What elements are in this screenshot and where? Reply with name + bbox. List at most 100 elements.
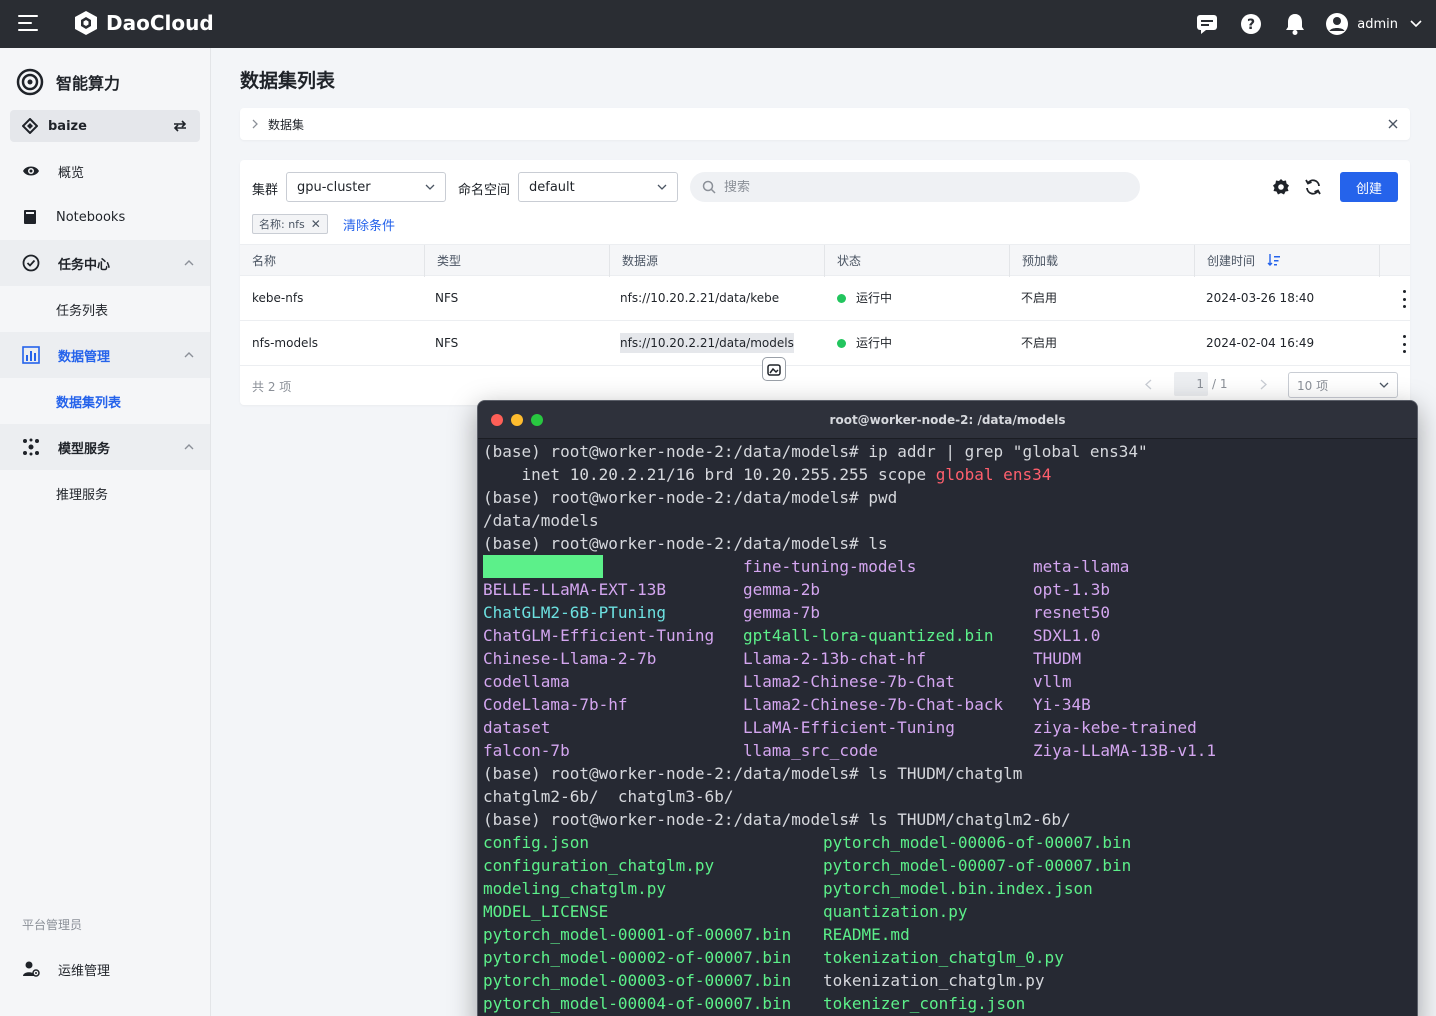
search-icon xyxy=(702,180,716,194)
close-icon[interactable]: ✕ xyxy=(311,217,321,231)
menu-icon[interactable] xyxy=(18,15,38,31)
terminal-line: /data/models xyxy=(483,511,599,530)
bell-icon[interactable] xyxy=(1273,0,1317,48)
sidebar-item-label: 模型服务 xyxy=(58,441,111,457)
chevron-right-icon[interactable] xyxy=(252,119,258,129)
help-icon[interactable]: ? xyxy=(1229,0,1273,48)
terminal-line: ChatGLM-Efficient-Tuning gpt4all-lora-qua… xyxy=(483,624,1148,647)
search-input[interactable] xyxy=(724,179,1124,195)
namespace-label: 命名空间 xyxy=(458,183,511,198)
sidebar: 智能算力 baize 概览 Notebooks 任务中心 任务列表 数据管理 数… xyxy=(0,48,211,1016)
ls-entry: opt-1.3b xyxy=(1033,580,1111,599)
switch-icon[interactable] xyxy=(172,119,188,133)
sidebar-group-data-management[interactable]: 数据管理 xyxy=(0,332,210,378)
close-window-button[interactable] xyxy=(491,414,503,426)
terminal-line: BELLE-LLaMA-EXT-13B gemma-2b opt-1.3b xyxy=(483,578,1148,601)
column-header-created[interactable]: 创建时间 xyxy=(1195,245,1380,277)
terminal-line: (base) root@worker-node-2:/data/models# … xyxy=(483,442,1148,461)
brand-logo[interactable]: DaoCloud xyxy=(72,9,214,37)
sidebar-group-task-center[interactable]: 任务中心 xyxy=(0,240,210,286)
page-size-select[interactable]: 10 项 xyxy=(1288,372,1398,398)
cell-created: 2024-03-26 18:40 xyxy=(1206,291,1315,305)
sidebar-item-overview[interactable]: 概览 xyxy=(0,148,210,194)
cluster-label: 集群 xyxy=(252,183,279,198)
breadcrumb-bar[interactable]: 数据集 xyxy=(240,108,1410,140)
terminal-line: pytorch_model-00004-of-00007.bin tokenize… xyxy=(483,992,1148,1015)
user-menu[interactable]: admin xyxy=(1325,12,1422,36)
chart-icon xyxy=(22,346,40,364)
more-icon[interactable] xyxy=(1400,290,1408,308)
terminal-line: fine-tuning-models meta-llama xyxy=(483,555,1148,578)
workspace-switcher[interactable]: baize xyxy=(10,110,200,142)
ls-entry: gemma-7b xyxy=(743,603,821,622)
filter-chip-label: 名称: nfs xyxy=(259,218,305,231)
column-header-status[interactable]: 状态 xyxy=(825,245,1010,277)
sidebar-item-task-list[interactable]: 任务列表 xyxy=(0,286,210,332)
cell-name[interactable]: nfs-models xyxy=(240,321,318,366)
status-dot-icon xyxy=(837,339,846,348)
sidebar-item-label: 任务列表 xyxy=(56,303,109,319)
settings-button[interactable] xyxy=(1270,176,1292,198)
ls-entry: ziya-kebe-trained xyxy=(1033,718,1197,737)
more-icon[interactable] xyxy=(1400,335,1408,353)
search-box[interactable] xyxy=(690,172,1140,202)
column-header-preload[interactable]: 预加载 xyxy=(1010,245,1195,277)
sidebar-item-inference-service[interactable]: 推理服务 xyxy=(0,470,210,516)
cluster-value: gpu-cluster xyxy=(297,179,371,195)
ls-entry: tokenization_chatglm_0.py xyxy=(823,948,1064,967)
ls-entry: Llama2-Chinese-7b-Chat-back xyxy=(743,695,1004,714)
table-row[interactable]: kebe-nfs NFS nfs://10.20.2.21/data/kebe … xyxy=(240,276,1410,321)
column-header-name[interactable]: 名称 xyxy=(240,245,425,277)
chevron-left-icon[interactable] xyxy=(1145,379,1152,390)
column-header-created-label: 创建时间 xyxy=(1207,254,1256,268)
ls-entry: fine-tuning-models xyxy=(743,557,917,576)
cell-preload: 不启用 xyxy=(1021,291,1058,305)
create-button[interactable]: 创建 xyxy=(1340,172,1398,202)
sort-icon[interactable] xyxy=(1267,253,1281,267)
terminal-output[interactable]: (base) root@worker-node-2:/data/models# … xyxy=(483,440,1216,1015)
terminal-line: dataset LLaMA-Efficient-Tuning ziya-kebe-t… xyxy=(483,716,1197,739)
terminal-line: inet 10.20.2.21/16 brd 10.20.255.255 sco… xyxy=(483,463,1148,486)
chevron-right-icon[interactable] xyxy=(1260,379,1267,390)
ls-entry: BELLE-LLaMA-EXT-13B xyxy=(483,580,667,599)
ls-entry: pytorch_model-00002-of-00007.bin xyxy=(483,948,792,967)
message-icon[interactable] xyxy=(1185,0,1229,48)
ls-entry: tokenizer_config.json xyxy=(823,994,1026,1013)
sidebar-item-ops-management[interactable]: 运维管理 xyxy=(0,946,210,992)
filter-chip[interactable]: 名称: nfs ✕ xyxy=(252,214,328,234)
ls-entry: resnet50 xyxy=(1033,603,1111,622)
sidebar-item-notebooks[interactable]: Notebooks xyxy=(0,194,210,240)
ls-entry: Llama2-Chinese-7b-Chat xyxy=(743,672,955,691)
column-header-source[interactable]: 数据源 xyxy=(610,245,825,277)
ls-entry: pytorch_model-00004-of-00007.bin xyxy=(483,994,792,1013)
page-total: / 1 xyxy=(1212,377,1228,391)
cluster-select[interactable]: gpu-cluster xyxy=(286,172,446,202)
clear-filters-link[interactable]: 清除条件 xyxy=(343,215,395,234)
terminal-window[interactable]: root@worker-node-2: /data/models (base) … xyxy=(477,400,1418,1016)
cell-name[interactable]: kebe-nfs xyxy=(240,276,303,321)
task-icon xyxy=(22,254,40,272)
page-size-value: 10 项 xyxy=(1297,378,1329,393)
namespace-select[interactable]: default xyxy=(518,172,678,202)
column-header-type[interactable]: 类型 xyxy=(425,245,610,277)
minimize-window-button[interactable] xyxy=(511,414,523,426)
close-icon[interactable] xyxy=(1388,119,1398,129)
user-name: admin xyxy=(1357,16,1398,32)
sidebar-group-model-service[interactable]: 模型服务 xyxy=(0,424,210,470)
copy-button[interactable] xyxy=(762,357,786,381)
page-input[interactable]: 1 xyxy=(1174,372,1208,396)
cell-type: NFS xyxy=(435,291,459,305)
sidebar-item-label: 任务中心 xyxy=(58,257,111,273)
refresh-button[interactable] xyxy=(1302,176,1324,198)
grep-match-text: global ens34 xyxy=(935,465,1052,484)
ls-entry: dataset xyxy=(483,718,551,737)
terminal-title-bar[interactable]: root@worker-node-2: /data/models xyxy=(478,401,1417,439)
sidebar-item-dataset-list[interactable]: 数据集列表 xyxy=(0,378,210,424)
ls-entry: ChatGLM2-6B-PTuning xyxy=(483,603,667,622)
maximize-window-button[interactable] xyxy=(531,414,543,426)
ls-entry: gemma-2b xyxy=(743,580,821,599)
terminal-line: (base) root@worker-node-2:/data/models# … xyxy=(483,810,1071,829)
user-avatar-icon xyxy=(1326,13,1349,35)
ls-entry: pytorch_model.bin.index.json xyxy=(823,879,1093,898)
table-row[interactable]: nfs-models NFS nfs://10.20.2.21/data/mod… xyxy=(240,321,1410,366)
